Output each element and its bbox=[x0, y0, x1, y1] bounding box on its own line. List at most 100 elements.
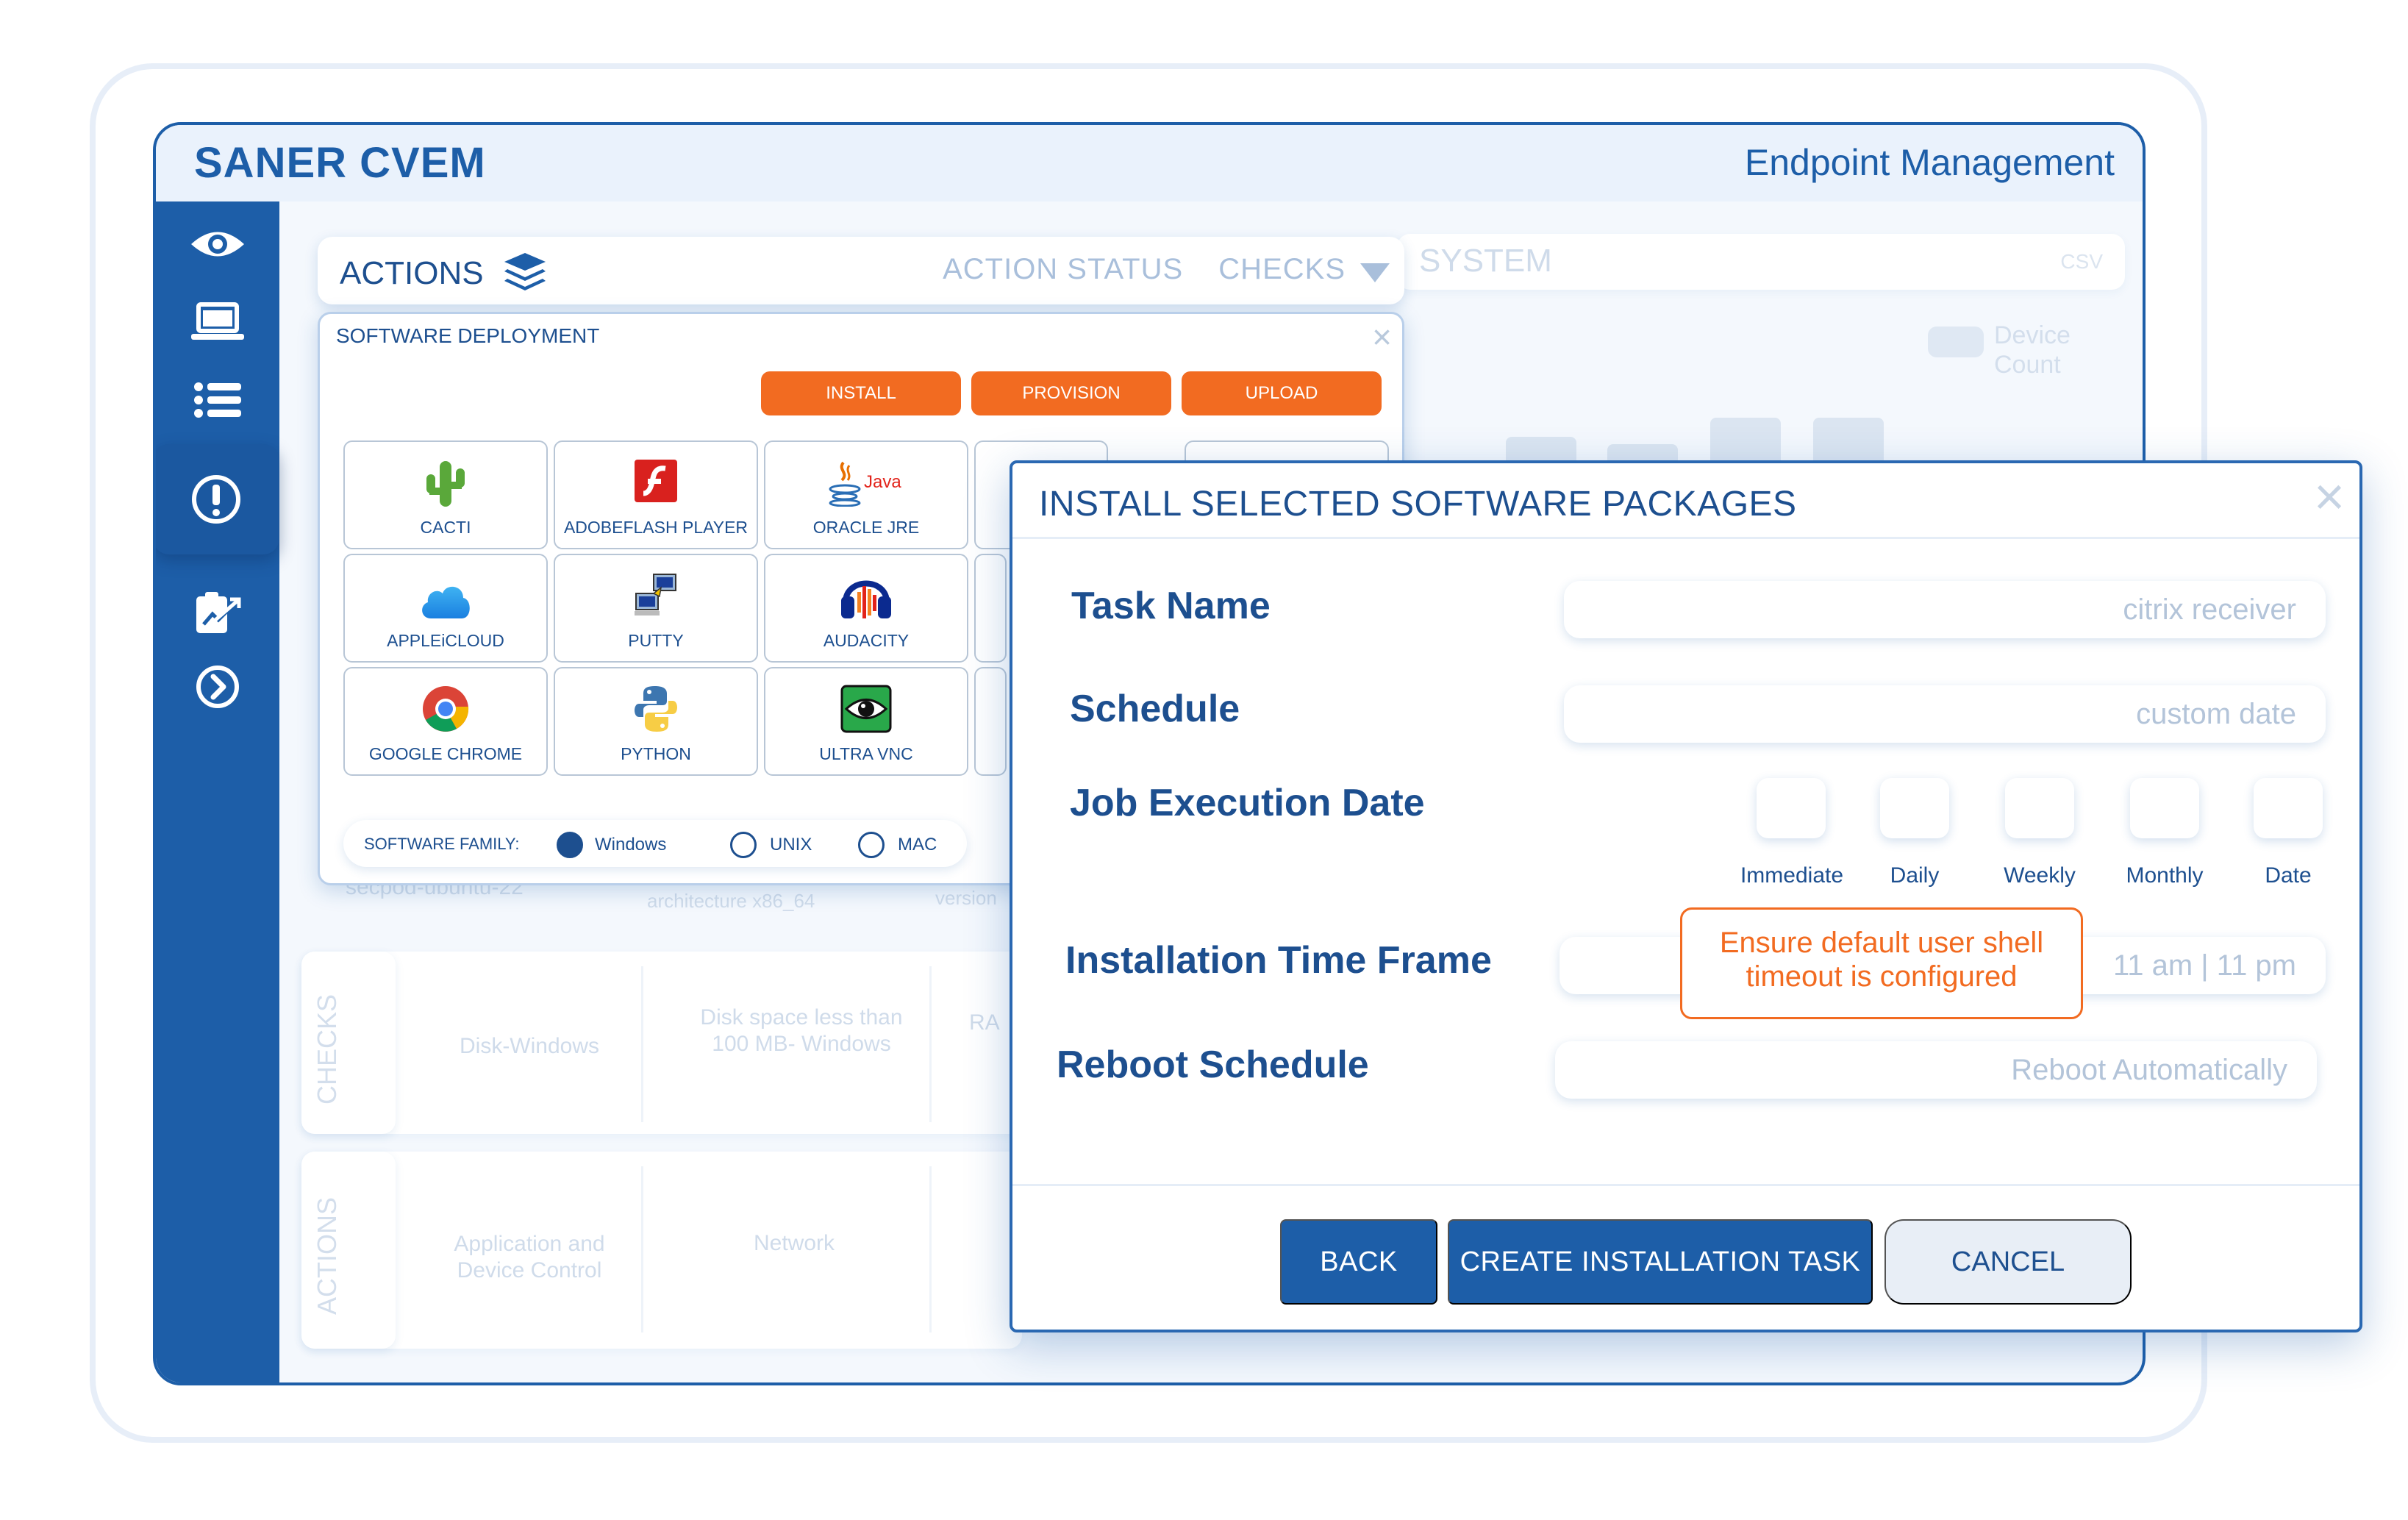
software-tile-python[interactable]: PYTHON bbox=[554, 667, 758, 776]
module-title: Endpoint Management bbox=[1744, 142, 2115, 183]
actions-tab-label: ACTIONS bbox=[312, 1196, 342, 1315]
sidebar-item-alerts[interactable] bbox=[156, 444, 279, 554]
action-cell: Application and Device Control bbox=[454, 1232, 605, 1282]
actions-title-text: ACTIONS bbox=[340, 255, 484, 291]
actions-tab[interactable]: ACTIONS bbox=[301, 1152, 396, 1349]
actions-bar: ACTIONS ACTION STATUS CHECKS bbox=[318, 237, 1404, 304]
task-name-input[interactable]: citrix receiver bbox=[1564, 581, 2326, 638]
tile-label: APPLEiCLOUD bbox=[387, 631, 504, 650]
sidebar-item-visibility[interactable] bbox=[156, 204, 279, 284]
check-cell: Disk-Windows bbox=[459, 1034, 600, 1058]
action-cell: Network bbox=[753, 1231, 835, 1255]
install-button[interactable]: INSTALL bbox=[761, 371, 961, 415]
software-tile-appleicloud[interactable]: APPLEiCLOUD bbox=[343, 554, 548, 663]
option-date-label: Date bbox=[2265, 863, 2312, 888]
software-tile-cacti[interactable]: CACTI bbox=[343, 440, 548, 549]
option-immediate-label: Immediate bbox=[1740, 863, 1844, 888]
sidebar-item-devices[interactable] bbox=[156, 282, 279, 362]
tile-label: ORACLE JRE bbox=[812, 518, 920, 537]
app-header: SANER CVEM Endpoint Management bbox=[156, 125, 2143, 201]
back-button[interactable]: BACK bbox=[1280, 1219, 1437, 1305]
divider bbox=[929, 1166, 932, 1332]
vnc-eye-icon bbox=[840, 685, 892, 733]
radio-windows[interactable] bbox=[557, 832, 583, 858]
deployment-title: SOFTWARE DEPLOYMENT bbox=[336, 324, 600, 347]
sidebar bbox=[156, 201, 279, 1382]
flash-icon bbox=[635, 460, 677, 502]
software-tile-hidden[interactable] bbox=[974, 667, 1007, 776]
cancel-button[interactable]: CANCEL bbox=[1884, 1219, 2132, 1305]
chrome-icon bbox=[423, 686, 469, 732]
tab-action-status[interactable]: ACTION STATUS bbox=[943, 253, 1183, 285]
divider bbox=[929, 966, 932, 1122]
close-icon[interactable]: × bbox=[2314, 471, 2345, 524]
chart-bar bbox=[1710, 418, 1781, 466]
check-cell: Disk space less than 100 MB- Windows bbox=[700, 1005, 903, 1056]
tile-label: GOOGLE CHROME bbox=[368, 744, 523, 763]
sidebar-item-list[interactable] bbox=[156, 360, 279, 440]
checks-row: CHECKS Disk-Windows Disk space less than… bbox=[301, 952, 1022, 1134]
check-cell: RA bbox=[969, 1010, 1000, 1035]
radio-label-mac: MAC bbox=[898, 835, 937, 854]
option-immediate-checkbox[interactable] bbox=[1757, 778, 1826, 838]
checks-tab[interactable]: CHECKS bbox=[301, 952, 396, 1134]
actions-tabs: ACTION STATUS CHECKS bbox=[916, 253, 1346, 286]
provision-button[interactable]: PROVISION bbox=[971, 371, 1171, 415]
actions-row: ACTIONS Application and Device Control N… bbox=[301, 1152, 1022, 1349]
chevron-down-icon[interactable] bbox=[1359, 262, 1391, 284]
python-icon bbox=[635, 686, 677, 732]
checks-tab-label: CHECKS bbox=[312, 993, 342, 1105]
radio-unix[interactable] bbox=[730, 832, 757, 858]
cactus-icon bbox=[426, 461, 465, 507]
schedule-select[interactable]: custom date bbox=[1564, 685, 2326, 743]
csv-export-button[interactable]: CSV bbox=[2060, 250, 2103, 274]
dialog-title: INSTALL SELECTED SOFTWARE PACKAGES bbox=[1039, 485, 1797, 524]
actions-title: ACTIONS bbox=[340, 251, 547, 294]
software-tile-adobeflash[interactable]: ADOBEFLASH PLAYER bbox=[554, 440, 758, 549]
tile-label: ADOBEFLASH PLAYER bbox=[563, 518, 749, 537]
tab-checks[interactable]: CHECKS bbox=[1218, 253, 1346, 285]
job-execution-date-label: Job Execution Date bbox=[1070, 782, 1425, 824]
close-icon[interactable]: × bbox=[1372, 317, 1392, 357]
tile-label: CACTI bbox=[420, 518, 471, 537]
create-installation-task-button[interactable]: CREATE INSTALLATION TASK bbox=[1448, 1219, 1873, 1305]
schedule-label: Schedule bbox=[1070, 688, 1240, 730]
headphones-icon bbox=[841, 580, 891, 618]
option-monthly-label: Monthly bbox=[2126, 863, 2204, 888]
layers-icon bbox=[504, 253, 546, 290]
software-tile-hidden[interactable] bbox=[974, 554, 1007, 663]
option-daily-checkbox[interactable] bbox=[1880, 778, 1949, 838]
reboot-schedule-select[interactable]: Reboot Automatically bbox=[1555, 1041, 2317, 1099]
software-tile-putty[interactable]: PUTTY bbox=[554, 554, 758, 663]
system-panel-header: SYSTEM CSV bbox=[1397, 234, 2125, 290]
divider bbox=[641, 1166, 643, 1332]
legend-swatch bbox=[1928, 327, 1984, 357]
architecture-text: architecture x86_64 bbox=[647, 890, 815, 912]
install-packages-dialog: INSTALL SELECTED SOFTWARE PACKAGES × Tas… bbox=[1010, 460, 2362, 1332]
sidebar-item-reports[interactable] bbox=[156, 574, 279, 653]
java-wordmark: Java bbox=[864, 472, 901, 492]
shell-timeout-tooltip: Ensure default user shell timeout is con… bbox=[1680, 907, 2083, 1019]
software-tile-ultra-vnc[interactable]: ULTRA VNC bbox=[764, 667, 968, 776]
cloud-icon bbox=[422, 586, 470, 618]
software-tile-google-chrome[interactable]: GOOGLE CHROME bbox=[343, 667, 548, 776]
tile-label: PYTHON bbox=[621, 744, 691, 763]
option-weekly-label: Weekly bbox=[2004, 863, 2076, 888]
putty-icon bbox=[635, 574, 676, 616]
software-family-selector: SOFTWARE FAMILY: Windows UNIX MAC bbox=[343, 820, 967, 867]
brand-title: SANER CVEM bbox=[194, 139, 486, 187]
alert-icon bbox=[192, 475, 240, 524]
java-icon: Java bbox=[829, 461, 901, 507]
option-monthly-checkbox[interactable] bbox=[2130, 778, 2199, 838]
upload-button[interactable]: UPLOAD bbox=[1182, 371, 1382, 415]
software-tile-audacity[interactable]: AUDACITY bbox=[764, 554, 968, 663]
option-date-checkbox[interactable] bbox=[2254, 778, 2323, 838]
software-family-label: SOFTWARE FAMILY: bbox=[364, 835, 520, 853]
sidebar-item-more[interactable] bbox=[156, 647, 279, 727]
radio-mac[interactable] bbox=[858, 832, 885, 858]
option-weekly-checkbox[interactable] bbox=[2005, 778, 2074, 838]
radio-label-windows: Windows bbox=[595, 835, 667, 854]
software-tile-oracle-jre[interactable]: Java ORACLE JRE bbox=[764, 440, 968, 549]
eye-icon bbox=[191, 232, 244, 257]
legend-label: Device Count bbox=[1994, 321, 2071, 379]
